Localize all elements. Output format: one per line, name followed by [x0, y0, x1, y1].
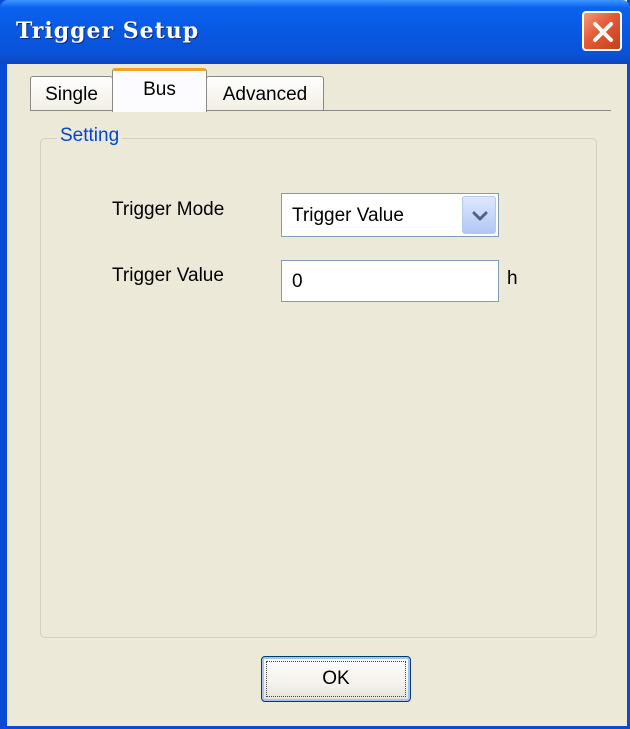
- tab-bus[interactable]: Bus: [112, 68, 207, 112]
- tab-advanced-label: Advanced: [222, 84, 308, 105]
- tab-advanced[interactable]: Advanced: [206, 76, 324, 111]
- trigger-mode-select[interactable]: Trigger Value: [281, 193, 499, 237]
- focus-rectangle: [266, 661, 406, 697]
- trigger-value-label: Trigger Value: [112, 265, 224, 286]
- chevron-down-icon: [472, 211, 488, 221]
- trigger-mode-selected-value: Trigger Value: [292, 205, 404, 226]
- trigger-value-input[interactable]: 0: [281, 260, 499, 302]
- setting-group-legend: Setting: [57, 125, 123, 147]
- close-x-icon: [593, 22, 613, 42]
- close-button[interactable]: [582, 11, 622, 51]
- trigger-value-unit: h: [507, 268, 518, 289]
- window-title: Trigger Setup: [16, 18, 200, 44]
- dropdown-button[interactable]: [462, 196, 496, 234]
- trigger-value-text: 0: [292, 271, 303, 292]
- ok-button[interactable]: OK: [261, 656, 411, 702]
- tab-single[interactable]: Single: [30, 76, 113, 111]
- title-bar[interactable]: Trigger Setup: [0, 0, 630, 64]
- tab-bus-label: Bus: [143, 79, 176, 100]
- trigger-mode-label: Trigger Mode: [112, 199, 225, 220]
- tab-single-label: Single: [45, 84, 98, 105]
